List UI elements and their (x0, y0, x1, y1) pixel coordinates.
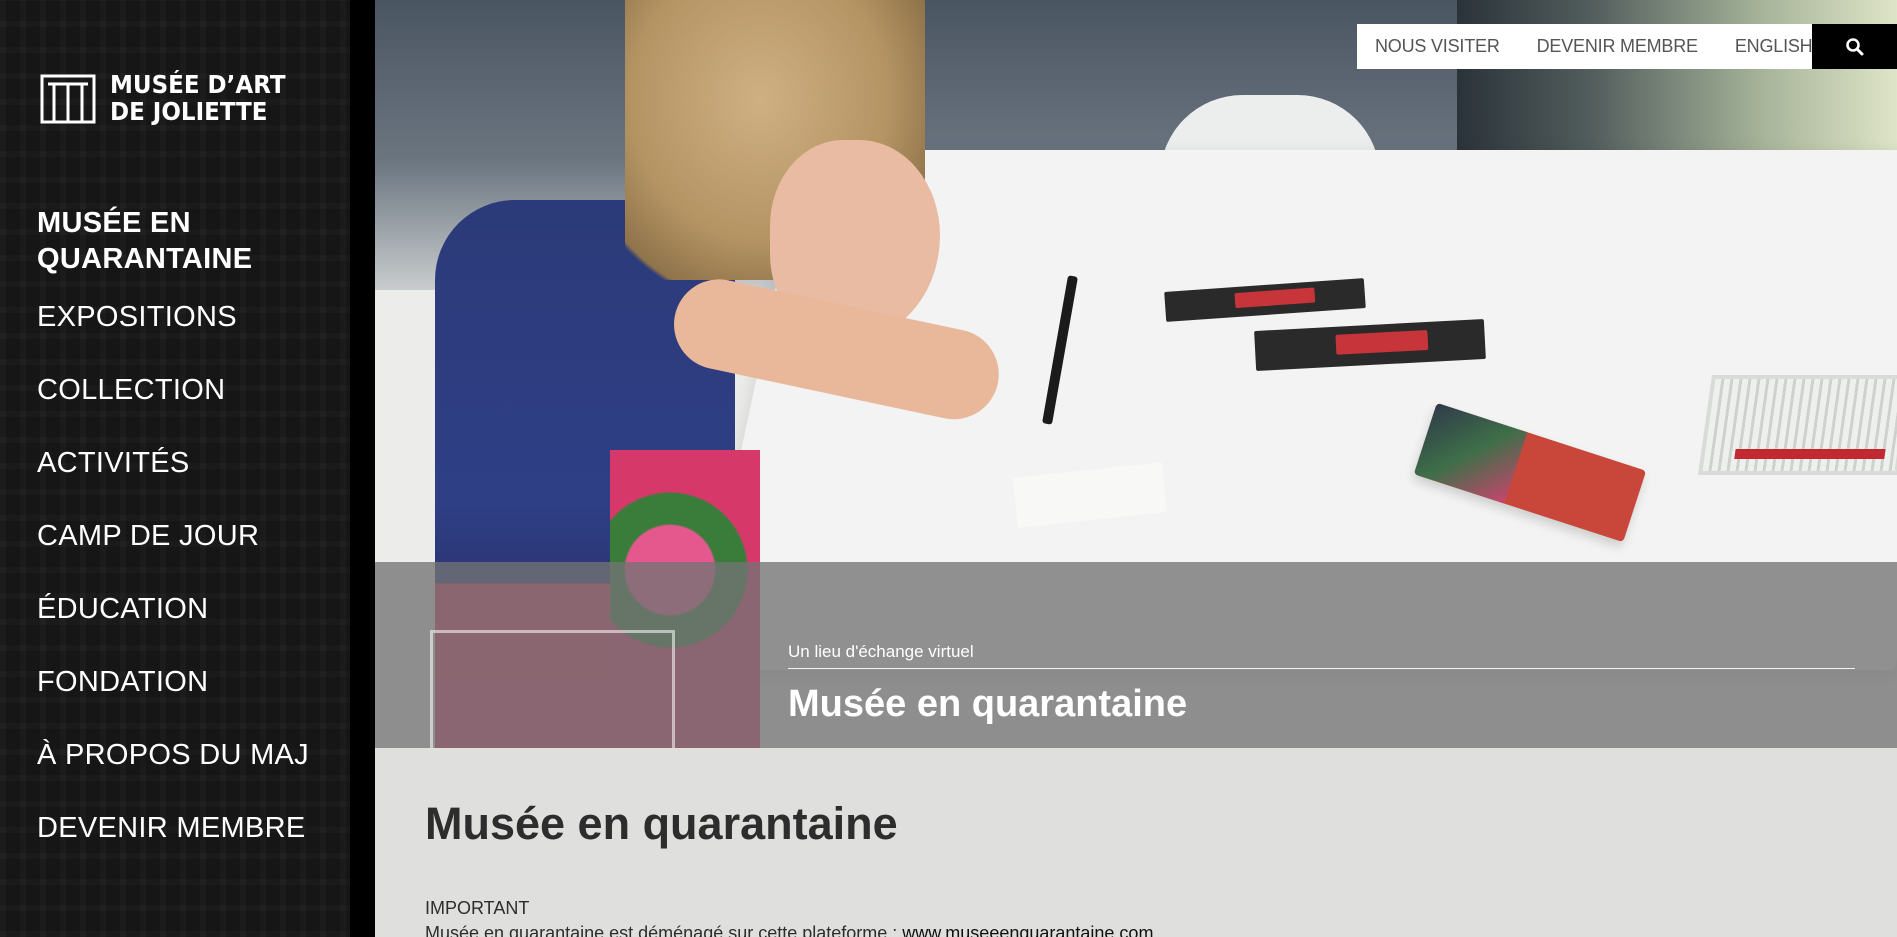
search-button[interactable] (1812, 24, 1897, 69)
logo-line-2: DE JOLIETTE (110, 97, 268, 126)
logo-line-1: MUSÉE D’ART (110, 70, 286, 99)
utility-nav: NOUS VISITER DEVENIR MEMBRE ENGLISH (1357, 24, 1831, 69)
main-nav: MUSÉE EN QUARANTAINE EXPOSITIONS COLLECT… (37, 205, 347, 883)
nav-item-collection[interactable]: COLLECTION (37, 372, 347, 408)
link-devenir-membre[interactable]: DEVENIR MEMBRE (1537, 36, 1698, 57)
nav-item-expositions[interactable]: EXPOSITIONS (37, 299, 347, 335)
search-icon (1845, 37, 1863, 55)
hero-basket (1697, 375, 1897, 475)
hero-frame-decoration (430, 630, 675, 748)
page-title: Musée en quarantaine (425, 798, 898, 849)
hero-title: Musée en quarantaine (788, 683, 1188, 725)
nav-item-musee-en-quarantaine[interactable]: MUSÉE EN QUARANTAINE (37, 205, 347, 277)
external-link[interactable]: www.museeenquarantaine.com (902, 923, 1153, 937)
hero-divider (788, 668, 1855, 669)
important-text: Musée en quarantaine est déménagé sur ce… (425, 923, 1153, 937)
nav-item-a-propos[interactable]: À PROPOS DU MAJ (37, 737, 347, 773)
site-logo[interactable]: MUSÉE D’ART DE JOLIETTE (40, 70, 301, 126)
logo-text: MUSÉE D’ART DE JOLIETTE (110, 71, 286, 125)
nav-item-camp-de-jour[interactable]: CAMP DE JOUR (37, 518, 347, 554)
sidebar: MUSÉE D’ART DE JOLIETTE MUSÉE EN QUARANT… (0, 0, 350, 937)
nav-item-label-line-1: MUSÉE EN (37, 207, 191, 239)
nav-item-fondation[interactable]: FONDATION (37, 664, 347, 700)
hero-kicker: Un lieu d'échange virtuel (788, 642, 974, 661)
hero-window (1457, 0, 1897, 150)
nav-item-education[interactable]: ÉDUCATION (37, 591, 347, 627)
link-nous-visiter[interactable]: NOUS VISITER (1375, 36, 1500, 57)
hero-banner: Un lieu d'échange virtuel Musée en quara… (375, 0, 1897, 748)
important-label: IMPORTANT (425, 898, 530, 918)
nav-item-label-line-2: QUARANTAINE (37, 243, 253, 275)
sidebar-edge (350, 0, 375, 937)
important-message: Musée en quarantaine est déménagé sur ce… (425, 923, 903, 937)
museum-logo-icon (40, 74, 96, 124)
nav-item-devenir-membre[interactable]: DEVENIR MEMBRE (37, 810, 347, 846)
link-english[interactable]: ENGLISH (1735, 36, 1813, 57)
main-content: Musée en quarantaine IMPORTANT Musée en … (375, 748, 1897, 937)
nav-item-activites[interactable]: ACTIVITÉS (37, 445, 347, 481)
